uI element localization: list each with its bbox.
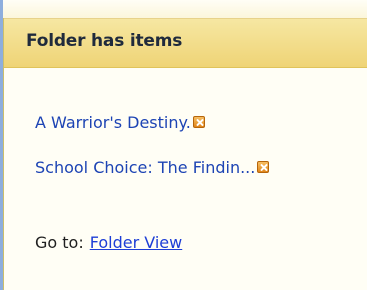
folder-panel-window: Folder has items A Warrior's Destiny. Sc…	[0, 0, 367, 290]
panel-content: A Warrior's Destiny. School Choice: The …	[4, 68, 367, 290]
remove-icon[interactable]	[257, 161, 270, 173]
item-link[interactable]: School Choice: The Findin...	[35, 158, 255, 177]
goto-label: Go to:	[35, 232, 84, 252]
list-item: A Warrior's Destiny.	[35, 111, 205, 133]
item-link[interactable]: A Warrior's Destiny.	[35, 113, 191, 132]
folder-view-link[interactable]: Folder View	[90, 233, 183, 252]
panel-title: Folder has items	[26, 31, 183, 51]
top-strip	[3, 0, 367, 18]
panel-header: Folder has items	[4, 18, 367, 68]
list-item: School Choice: The Findin...	[35, 156, 270, 178]
folder-items-panel: Folder has items A Warrior's Destiny. Sc…	[3, 18, 367, 290]
goto-row: Go to: Folder View	[35, 231, 182, 253]
remove-icon[interactable]	[192, 116, 205, 128]
